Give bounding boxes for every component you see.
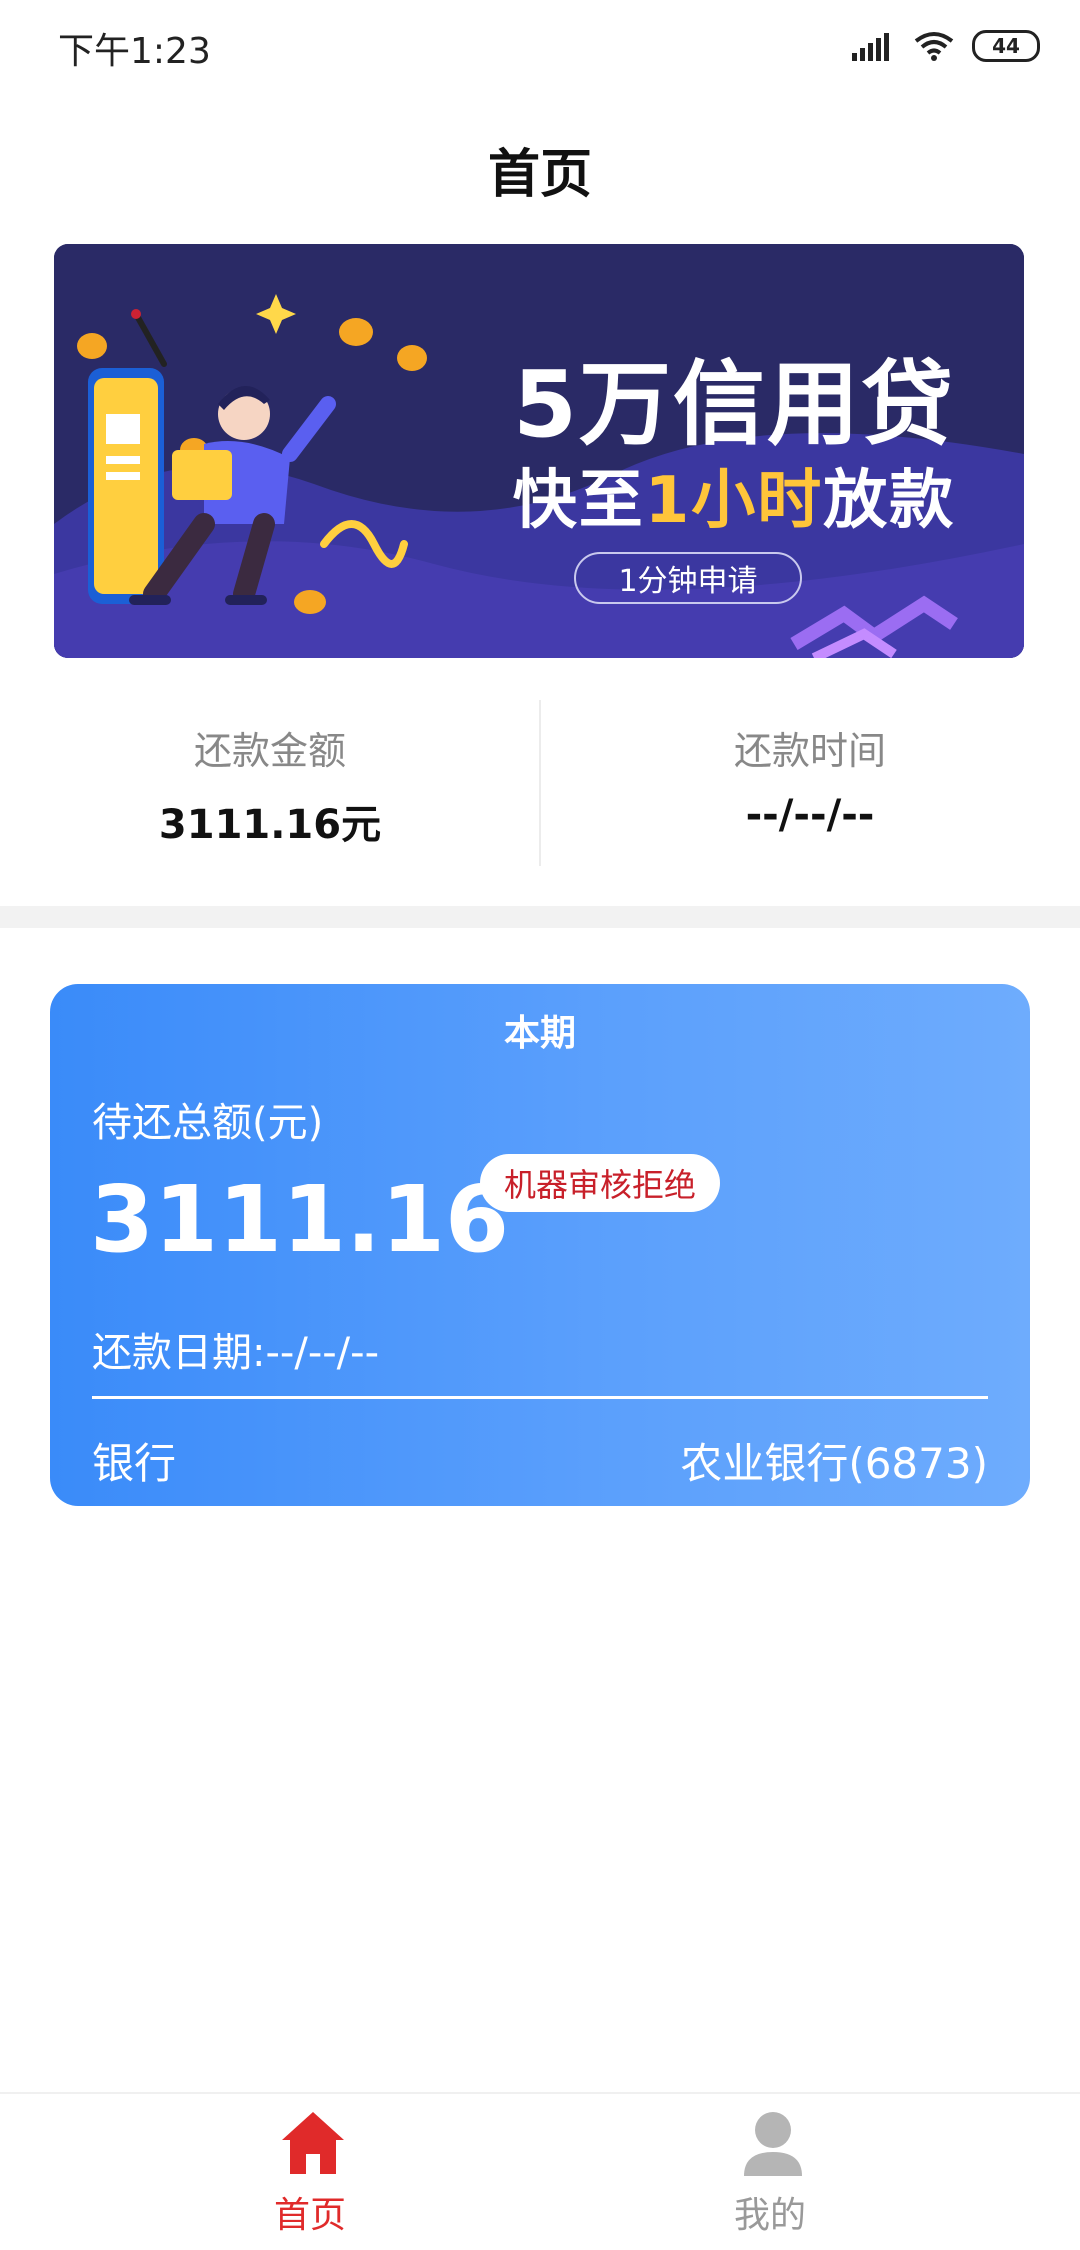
tab-mine[interactable]: 我的 [500,2094,1040,2250]
bank-label: 银行 [92,1439,177,1488]
banner-subheadline-suffix: 放款 [823,464,956,538]
status-time: 下午1:23 [58,31,211,72]
tab-home-label: 首页 [273,2195,346,2236]
user-icon [744,2112,802,2176]
repay-time-label: 还款时间 [733,729,886,773]
promo-banner[interactable]: 5万信用贷 快至1小时放款 1分钟申请 [54,244,1024,658]
repay-amount-block: 还款金额 3111.16元 [0,700,540,866]
home-icon [282,2112,344,2174]
banner-subheadline: 快至1小时放款 [484,449,984,541]
bank-value: 农业银行(6873) [680,1439,988,1488]
tab-mine-label: 我的 [733,2195,806,2236]
signal-icon [852,33,889,61]
current-period-card[interactable]: 本期 待还总额(元) 3111.16 机器审核拒绝 还款日期:--/--/-- … [50,984,1030,1506]
repay-amount-value: 3111.16元 [158,802,382,848]
page-title: 首页 [487,145,592,205]
repay-date: 还款日期:--/--/-- [92,1330,380,1376]
battery-icon: 44 [972,30,1040,62]
card-title: 本期 [503,1013,576,1054]
tab-home[interactable]: 首页 [40,2094,580,2250]
status-badge: 机器审核拒绝 [480,1154,721,1212]
card-divider [92,1396,988,1399]
section-divider [0,906,1080,928]
repayment-summary: 还款金额 3111.16元 还款时间 --/--/-- [0,700,1080,866]
repay-amount-label: 还款金额 [193,729,346,773]
total-due-label: 待还总额(元) [92,1100,324,1146]
repay-time-block: 还款时间 --/--/-- [540,700,1080,866]
wifi-icon [914,32,954,61]
status-bar: 下午1:23 44 [0,0,1080,90]
repay-time-value: --/--/-- [745,792,875,838]
banner-subheadline-prefix: 快至 [512,464,645,538]
total-due-amount: 3111.16 [90,1166,510,1273]
banner-subheadline-highlight: 1小时 [644,464,824,538]
status-icons: 44 [852,24,1040,68]
banner-headline: 5万信用贷 [512,351,955,458]
battery-level: 44 [992,34,1020,58]
apply-button[interactable]: 1分钟申请 [574,552,802,604]
bottom-tab-bar: 首页 我的 [0,2092,1080,2250]
